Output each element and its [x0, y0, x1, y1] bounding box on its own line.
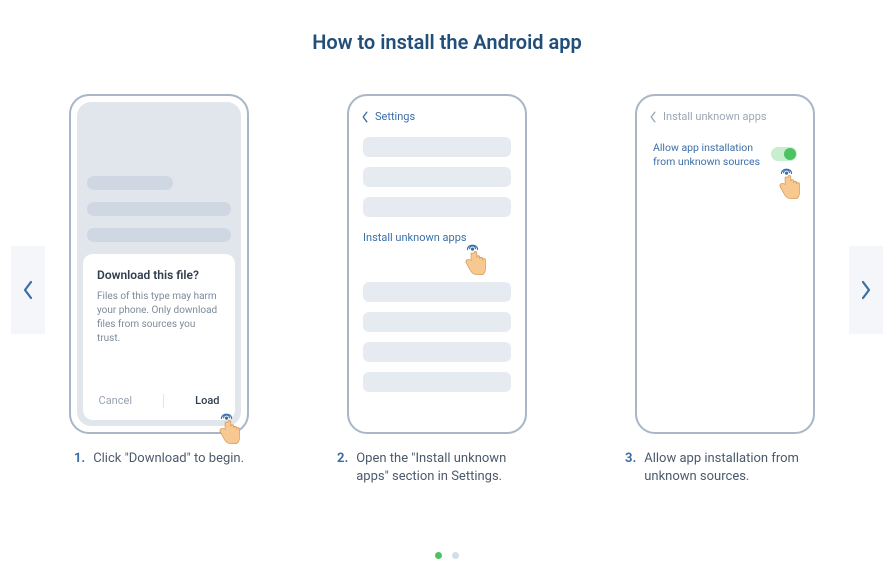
- settings-header[interactable]: Settings: [355, 102, 519, 137]
- page-title: How to install the Android app: [0, 0, 894, 94]
- chevron-left-icon: [22, 280, 34, 300]
- step-2: Settings Install unknown apps: [337, 94, 537, 485]
- phone-mock-2: Settings Install unknown apps: [347, 94, 527, 434]
- tap-hand-icon: [767, 157, 807, 207]
- prev-button[interactable]: [11, 246, 45, 334]
- list-item: [363, 372, 511, 392]
- step-caption: 1. Click "Download" to begin.: [74, 450, 244, 468]
- step-number: 2.: [337, 450, 348, 485]
- allow-install-toggle[interactable]: [771, 147, 797, 161]
- install-unknown-apps-link[interactable]: Install unknown apps: [363, 227, 511, 254]
- dialog-title: Download this file?: [97, 268, 221, 282]
- placeholder-line: [87, 228, 231, 242]
- page-dot[interactable]: [452, 552, 459, 559]
- chevron-left-icon: [649, 111, 657, 123]
- step-1: Download this file? Files of this type m…: [69, 94, 249, 468]
- toggle-label: Allow app installation from unknown sour…: [653, 141, 765, 169]
- page-dot[interactable]: [435, 552, 442, 559]
- pagination-dots: [435, 552, 459, 559]
- step-text: Open the "Install unknown apps" section …: [356, 450, 537, 485]
- list-item: [363, 197, 511, 217]
- list-item: [363, 167, 511, 187]
- cancel-button[interactable]: Cancel: [99, 394, 132, 408]
- list-item: [363, 282, 511, 302]
- carousel: Download this file? Files of this type m…: [0, 94, 894, 485]
- download-dialog: Download this file? Files of this type m…: [83, 254, 235, 420]
- next-button[interactable]: [849, 246, 883, 334]
- step-text: Allow app installation from unknown sour…: [644, 450, 825, 485]
- divider: [163, 394, 164, 408]
- load-button[interactable]: Load: [195, 394, 219, 408]
- header-label: Settings: [375, 110, 415, 123]
- phone-mock-3: Install unknown apps Allow app installat…: [635, 94, 815, 434]
- step-number: 1.: [74, 450, 85, 468]
- step-text: Click "Download" to begin.: [93, 450, 244, 468]
- list-item: [363, 342, 511, 362]
- link-label: Install unknown apps: [363, 231, 467, 244]
- unknown-apps-header[interactable]: Install unknown apps: [643, 102, 807, 137]
- step-caption: 2. Open the "Install unknown apps" secti…: [337, 450, 537, 485]
- header-label: Install unknown apps: [663, 110, 767, 123]
- placeholder-line: [87, 176, 173, 190]
- list-item: [363, 137, 511, 157]
- chevron-left-icon: [361, 111, 369, 123]
- phone-mock-1: Download this file? Files of this type m…: [69, 94, 249, 434]
- step-3: Install unknown apps Allow app installat…: [625, 94, 825, 485]
- step-caption: 3. Allow app installation from unknown s…: [625, 450, 825, 485]
- dialog-body: Files of this type may harm your phone. …: [97, 290, 221, 346]
- step-number: 3.: [625, 450, 636, 485]
- list-item: [363, 312, 511, 332]
- steps-row: Download this file? Files of this type m…: [69, 94, 825, 485]
- allow-install-row: Allow app installation from unknown sour…: [651, 137, 799, 173]
- chevron-right-icon: [860, 280, 872, 300]
- placeholder-line: [87, 202, 231, 216]
